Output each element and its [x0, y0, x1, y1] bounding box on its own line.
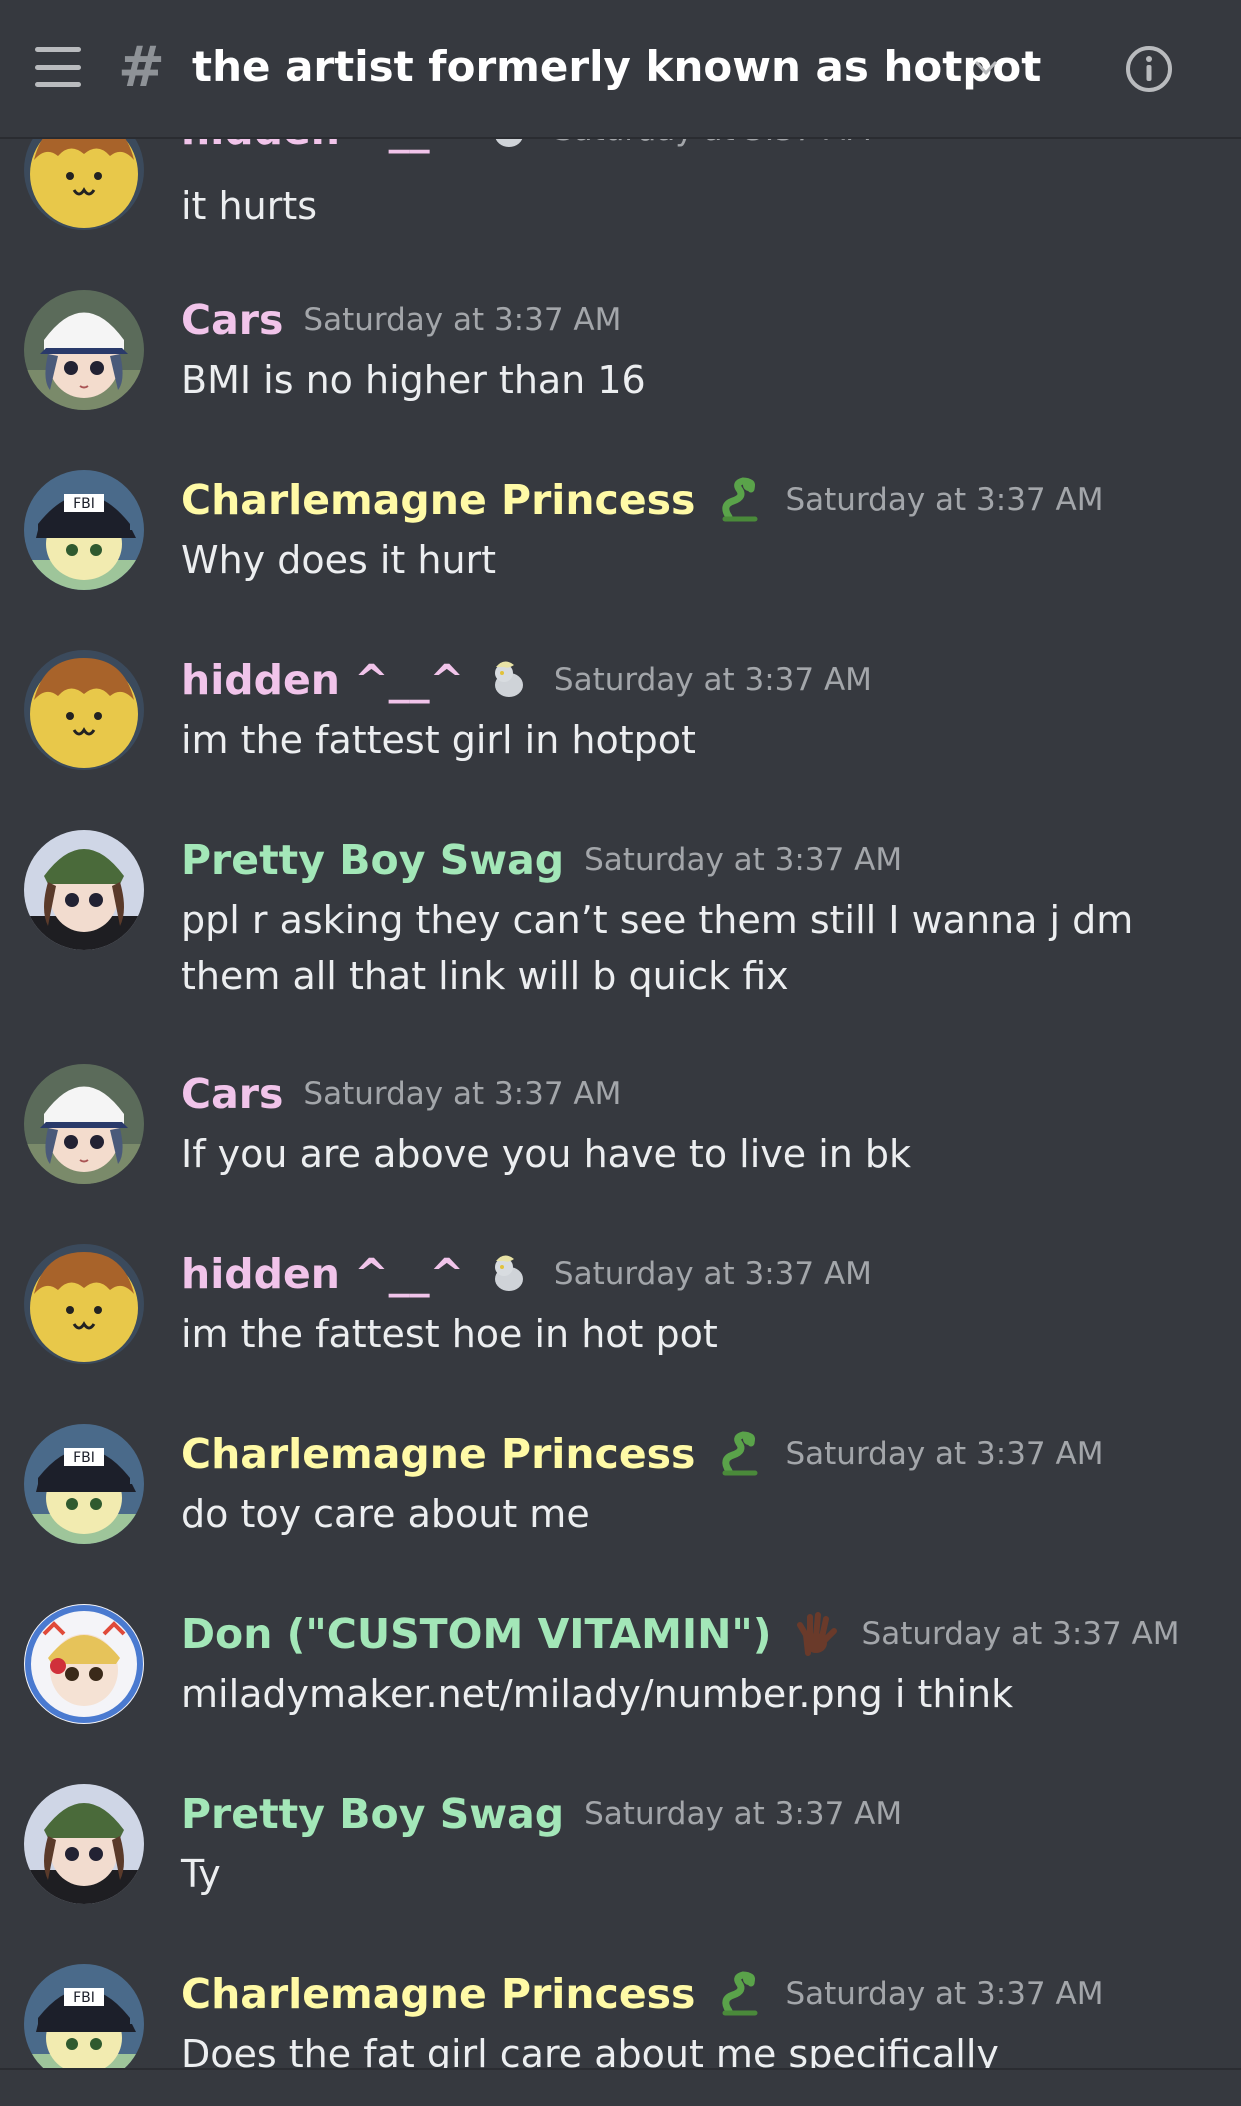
- avatar-pretty-boy-swag[interactable]: [24, 1784, 144, 1904]
- message-text: it hurts: [181, 184, 318, 228]
- avatar-charlemagne[interactable]: FBI: [24, 1964, 144, 2068]
- message-text: do toy care about me: [181, 1492, 590, 1536]
- message-author[interactable]: Cars: [181, 290, 283, 350]
- message-timestamp: Saturday at 3:37 AM: [785, 482, 1104, 518]
- channel-hash-icon: #: [118, 35, 165, 100]
- svg-text:FBI: FBI: [73, 1450, 95, 1466]
- message-text: BMI is no higher than 16: [181, 358, 646, 402]
- snake-icon: [715, 1969, 765, 2019]
- message-author[interactable]: Charlemagne Princess: [181, 1424, 695, 1484]
- message-text: Does the fat girl care about me specific…: [181, 2032, 999, 2068]
- svg-text:FBI: FBI: [73, 1990, 95, 2006]
- avatar-cars[interactable]: [24, 290, 144, 410]
- message-author[interactable]: Charlemagne Princess: [181, 470, 695, 530]
- composer-edge: [0, 2068, 1241, 2106]
- message-timestamp: Saturday at 3:37 AM: [553, 1256, 872, 1292]
- avatar-charlemagne[interactable]: FBI: [24, 470, 144, 590]
- avatar-pretty-boy-swag[interactable]: [24, 830, 144, 950]
- message-timestamp: Saturday at 3:37 AM: [303, 302, 622, 338]
- hand-icon: [792, 1609, 842, 1659]
- message-timestamp: Saturday at 3:37 AM: [861, 1616, 1180, 1652]
- chat-app: hidden ^__^ Saturday at 3:37 AM it hurts…: [0, 0, 1241, 2106]
- message-author[interactable]: Pretty Boy Swag: [181, 830, 564, 890]
- message-timestamp: Saturday at 3:37 AM: [584, 842, 903, 878]
- message-text: im the fattest girl in hotpot: [181, 718, 696, 762]
- message-text: Why does it hurt: [181, 538, 497, 582]
- chevron-down-icon[interactable]: [974, 56, 998, 80]
- pony-icon: [484, 1249, 534, 1299]
- message-timestamp: Saturday at 3:37 AM: [303, 1076, 622, 1112]
- avatar-hidden[interactable]: [24, 650, 144, 770]
- message-text: Ty: [181, 1852, 221, 1896]
- message-author[interactable]: Don ("CUSTOM VITAMIN"): [181, 1604, 772, 1664]
- message-author[interactable]: Charlemagne Princess: [181, 1964, 695, 2024]
- message-author[interactable]: hidden ^__^: [181, 650, 464, 710]
- message-list[interactable]: hidden ^__^ Saturday at 3:37 AM it hurts…: [0, 0, 1241, 2068]
- avatar-charlemagne[interactable]: FBI: [24, 1424, 144, 1544]
- avatar-hidden[interactable]: [24, 1244, 144, 1364]
- avatar-don[interactable]: [24, 1604, 144, 1724]
- message-text: im the fattest hoe in hot pot: [181, 1312, 718, 1356]
- message-author[interactable]: Pretty Boy Swag: [181, 1784, 564, 1844]
- menu-icon[interactable]: [35, 47, 81, 87]
- snake-icon: [715, 1429, 765, 1479]
- svg-text:FBI: FBI: [73, 496, 95, 512]
- pony-icon: [484, 655, 534, 705]
- message-author[interactable]: Cars: [181, 1064, 283, 1124]
- message-text: ppl r asking they can’t see them still I…: [181, 898, 1134, 998]
- avatar-cars[interactable]: [24, 1064, 144, 1184]
- info-icon[interactable]: [1124, 44, 1174, 94]
- message-author[interactable]: hidden ^__^: [181, 1244, 464, 1304]
- message-text: If you are above you have to live in bk: [181, 1132, 912, 1176]
- snake-icon: [715, 475, 765, 525]
- message-timestamp: Saturday at 3:37 AM: [584, 1796, 903, 1832]
- message-timestamp: Saturday at 3:37 AM: [553, 662, 872, 698]
- message-timestamp: Saturday at 3:37 AM: [785, 1976, 1104, 2012]
- message-timestamp: Saturday at 3:37 AM: [785, 1436, 1104, 1472]
- message-text: miladymaker.net/milady/number.png i thin…: [181, 1672, 1014, 1716]
- channel-title[interactable]: the artist formerly known as hotpot: [192, 37, 1041, 97]
- channel-header: # the artist formerly known as hotpot: [0, 0, 1241, 139]
